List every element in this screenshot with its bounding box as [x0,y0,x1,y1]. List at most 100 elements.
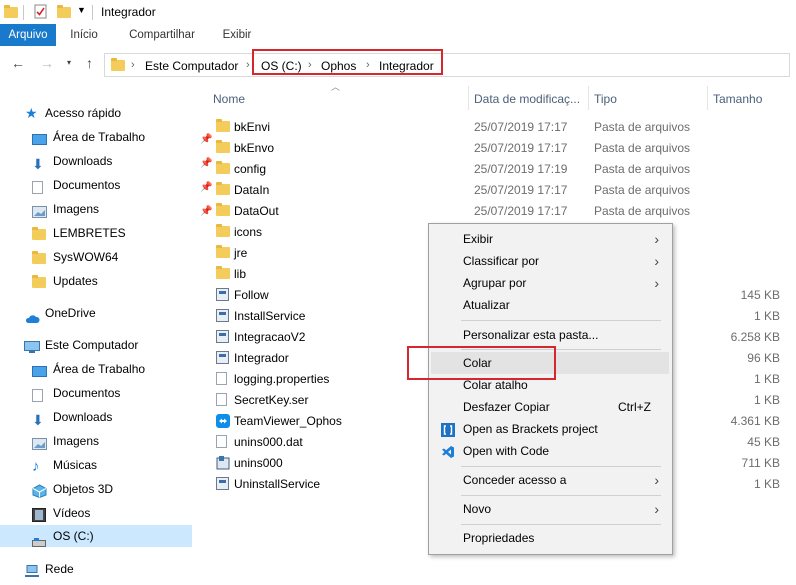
menu-label: Desfazer Copiar [463,400,550,414]
sort-ascending-icon: ︿ [331,82,341,92]
download-icon: ⬇ [32,156,44,172]
menu-label: Atualizar [463,298,510,312]
menu-label: Agrupar por [463,276,527,290]
highlight-box [407,346,556,380]
breadcrumb-este-computador[interactable]: Este Computador [145,59,238,73]
nav-label: Este Computador [45,338,139,352]
file-name: unins000.dat [234,435,303,449]
nav-label: Objetos 3D [53,482,114,496]
chevron-right-icon: › [654,472,659,488]
menu-item-novo[interactable]: Novo › [431,498,669,520]
column-header-size[interactable]: Tamanho [713,89,762,109]
download-icon: ⬇ [32,412,44,428]
menu-item-agrupar-por[interactable]: Agrupar por › [431,272,669,294]
menu-item-conceder-acesso[interactable]: Conceder acesso a › [431,469,669,491]
recent-locations-chevron-icon[interactable]: ▾ [67,58,71,67]
nav-label: Downloads [53,154,113,168]
file-row[interactable]: bkEnvi 25/07/2019 17:17 Pasta de arquivos [200,116,796,137]
menu-item-open-with-code[interactable]: Open with Code [431,440,669,462]
tab-exibir[interactable]: Exibir [214,24,260,46]
column-divider[interactable] [707,86,708,110]
folder-icon [216,224,230,240]
file-type: Pasta de arquivos [594,120,691,134]
nav-label: Documentos [53,386,121,400]
file-name: DataOut [234,204,279,218]
column-header-name[interactable]: Nome [213,89,245,109]
nav-label: Updates [53,274,98,288]
tab-arquivo[interactable]: Arquivo [0,24,56,46]
column-header-date[interactable]: Data de modificaç... [474,89,580,109]
title-bar: ▼ Integrador [0,0,796,24]
file-name: config [234,162,267,176]
menu-item-personalizar-pasta[interactable]: Personalizar esta pasta... [431,324,669,346]
file-type: Pasta de arquivos [594,183,691,197]
back-arrow-icon[interactable]: ← [11,55,25,71]
file-size: 45 KB [747,435,780,449]
document-icon [32,179,43,201]
menu-item-atualizar[interactable]: Atualizar [431,294,669,316]
application-icon [216,309,229,325]
cube-3d-icon [32,483,47,505]
menu-label: Personalizar esta pasta... [463,328,599,342]
menu-item-classificar-por[interactable]: Classificar por › [431,250,669,272]
new-folder-icon[interactable] [57,5,71,18]
file-row[interactable]: config 25/07/2019 17:19 Pasta de arquivos [200,158,796,179]
column-header-type[interactable]: Tipo [594,89,617,109]
column-divider[interactable] [588,86,589,110]
file-name: Integrador [234,351,289,365]
forward-arrow-icon[interactable]: → [40,55,54,71]
file-type: Pasta de arquivos [594,141,691,155]
file-size: 711 KB [741,456,780,470]
nav-item-os-c[interactable]: OS (C:) [0,525,192,547]
chevron-right-icon: › [654,501,659,517]
menu-item-propriedades[interactable]: Propriedades [431,527,669,549]
nav-label: Downloads [53,410,113,424]
file-name: DataIn [234,183,270,197]
file-row[interactable]: bkEnvo 25/07/2019 17:17 Pasta de arquivos [200,137,796,158]
menu-separator [461,495,661,496]
file-icon [216,372,227,388]
file-date: 25/07/2019 17:17 [474,183,568,197]
up-arrow-icon[interactable]: ↑ [86,55,93,71]
properties-icon[interactable] [34,4,48,22]
nav-label: Acesso rápido [45,106,122,120]
chevron-right-icon[interactable]: › [131,59,135,71]
tab-inicio[interactable]: Início [60,24,108,46]
uninstaller-icon [216,456,230,473]
folder-icon [216,245,230,261]
menu-shortcut: Ctrl+Z [618,400,651,414]
menu-label: Propriedades [463,531,535,545]
file-row[interactable]: DataIn 25/07/2019 17:17 Pasta de arquivos [200,179,796,200]
divider [92,5,93,20]
brackets-icon [441,422,455,437]
address-bar[interactable]: › Este Computador › OS (C:) › Ophos › In… [104,53,790,77]
ribbon-tabs: Arquivo Início Compartilhar Exibir [0,24,796,46]
folder-icon [216,266,230,282]
document-icon [32,387,43,409]
tab-compartilhar[interactable]: Compartilhar [118,24,206,46]
folder-icon [216,182,230,198]
menu-separator [461,524,661,525]
nav-label: LEMBRETES [53,226,126,240]
menu-item-desfazer-copiar[interactable]: Desfazer Copiar Ctrl+Z [431,396,669,418]
menu-item-open-brackets[interactable]: Open as Brackets project [431,418,669,440]
file-row[interactable]: DataOut 25/07/2019 17:17 Pasta de arquivos [200,200,796,221]
file-name: InstallService [234,309,306,323]
folder-icon [32,251,46,264]
file-date: 25/07/2019 17:19 [474,162,568,176]
menu-item-exibir[interactable]: Exibir › [431,228,669,250]
folder-icon [4,5,18,18]
customize-toolbar-icon[interactable]: ▼ [77,5,86,15]
file-size: 145 KB [740,288,780,302]
file-size: 1 KB [753,372,780,386]
chevron-right-icon[interactable]: › [246,59,250,71]
menu-label: Open with Code [463,444,550,458]
chevron-right-icon: › [654,253,659,269]
file-date: 25/07/2019 17:17 [474,204,568,218]
network-icon [24,563,40,585]
cloud-icon [24,309,40,331]
column-divider[interactable] [468,86,469,110]
folder-icon [216,161,230,177]
nav-label: Área de Trabalho [53,362,146,376]
teamviewer-icon [216,414,230,431]
